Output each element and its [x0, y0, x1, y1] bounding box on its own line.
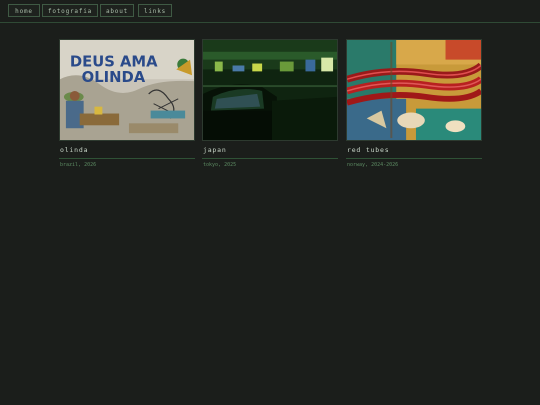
nav-home-button[interactable]: home	[8, 4, 40, 17]
card-meta: norway, 2024-2026	[347, 162, 399, 168]
mural-text-bottom: OLINDA	[82, 69, 146, 86]
card-divider	[202, 158, 338, 159]
card-title[interactable]: red tubes	[346, 146, 482, 156]
mural-text-top: DEUS AMA	[70, 54, 158, 71]
japan-photo[interactable]	[202, 39, 338, 141]
gallery-card-red-tubes[interactable]: red tubes norway, 2024-2026	[346, 39, 482, 168]
olinda-mural-image: DEUS AMA OLINDA	[60, 40, 194, 140]
card-meta: brazil, 2026	[60, 162, 97, 168]
card-meta: tokyo, 2025	[203, 162, 237, 168]
card-title[interactable]: olinda	[59, 146, 195, 156]
gallery-card-japan[interactable]: japan tokyo, 2025	[202, 39, 338, 168]
top-navigation-bar: home fotografia about links	[0, 0, 540, 23]
gallery-card-olinda[interactable]: DEUS AMA OLINDA olinda brazil, 2026	[59, 39, 195, 168]
japan-night-car-image	[203, 40, 337, 140]
nav-fotografia-button[interactable]: fotografia	[42, 4, 98, 17]
card-title[interactable]: japan	[202, 146, 338, 156]
nav-links-button[interactable]: links	[138, 4, 172, 17]
red-tubes-photo[interactable]	[346, 39, 482, 141]
olinda-photo[interactable]: DEUS AMA OLINDA	[59, 39, 195, 141]
card-divider	[346, 158, 482, 159]
nav-about-button[interactable]: about	[100, 4, 134, 17]
card-divider	[59, 158, 195, 159]
red-tubes-image	[347, 40, 481, 140]
